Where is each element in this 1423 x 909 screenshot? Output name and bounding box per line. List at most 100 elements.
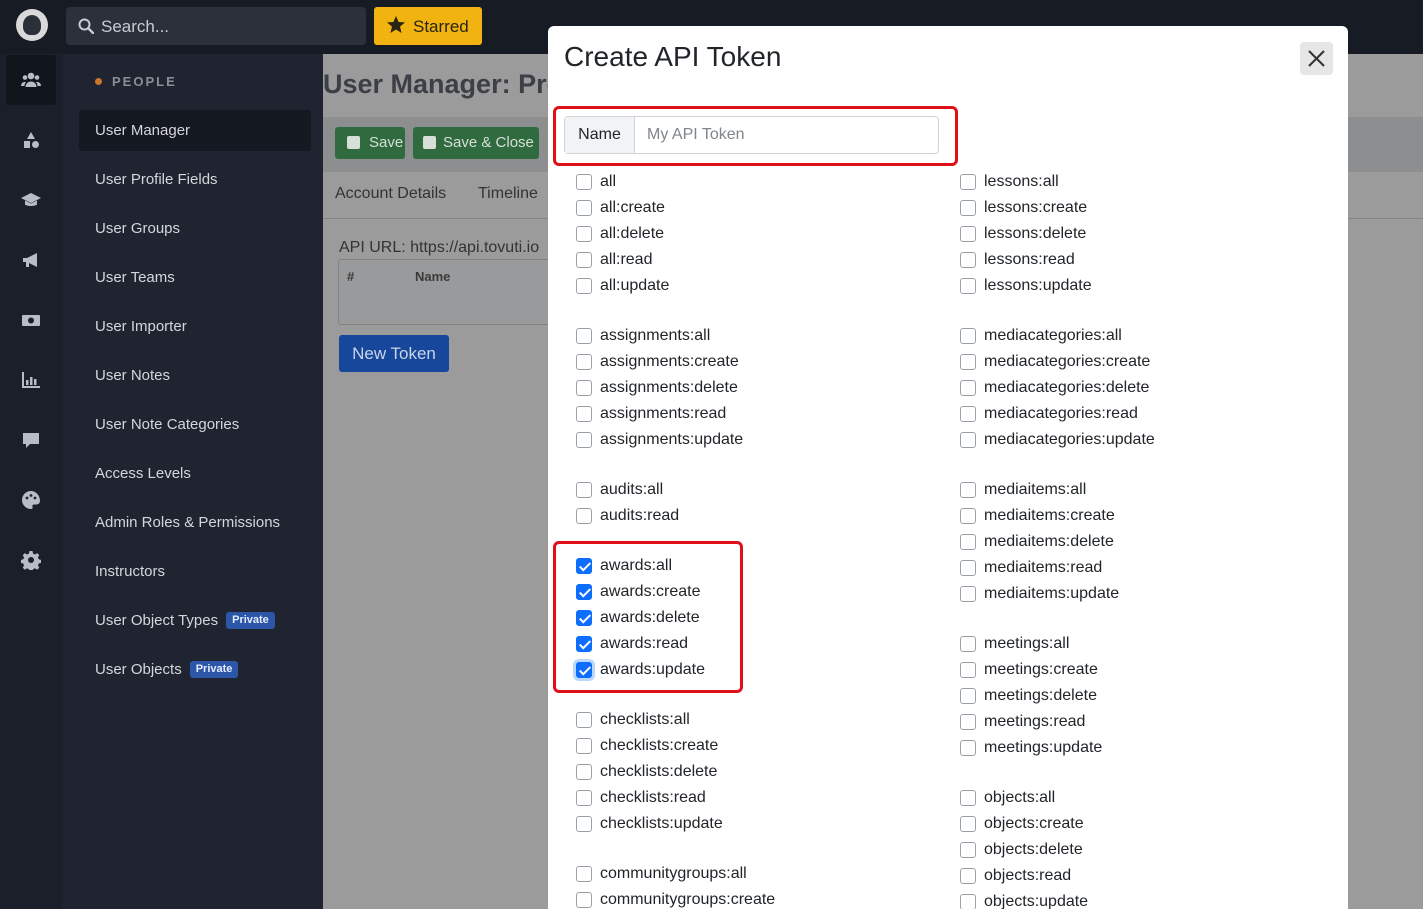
permission-option[interactable]: objects:create [960, 811, 1340, 837]
permission-checkbox[interactable] [960, 432, 976, 448]
sidebar-item-access-levels[interactable]: Access Levels [79, 453, 311, 494]
rail-settings[interactable] [6, 535, 56, 585]
permission-option[interactable]: awards:create [576, 579, 956, 605]
sidebar-item-user-profile-fields[interactable]: User Profile Fields [79, 159, 311, 200]
search-box[interactable]: Search... [66, 7, 366, 45]
permission-option[interactable]: lessons:all [960, 169, 1340, 195]
permission-checkbox[interactable] [960, 894, 976, 909]
permission-checkbox[interactable] [576, 558, 592, 574]
permission-option[interactable]: awards:update [576, 657, 956, 683]
save-button[interactable]: Save [335, 127, 405, 159]
sidebar-item-admin-roles-permissions[interactable]: Admin Roles & Permissions [79, 502, 311, 543]
rail-design[interactable] [6, 475, 56, 525]
permission-option[interactable]: awards:delete [576, 605, 956, 631]
permission-checkbox[interactable] [576, 790, 592, 806]
permission-checkbox[interactable] [576, 200, 592, 216]
permission-checkbox[interactable] [960, 636, 976, 652]
rail-announcements[interactable] [6, 235, 56, 285]
permission-option[interactable]: mediaitems:create [960, 503, 1340, 529]
permission-checkbox[interactable] [960, 354, 976, 370]
close-button[interactable] [1300, 42, 1333, 75]
permission-option[interactable]: all:create [576, 195, 956, 221]
permission-option[interactable]: awards:read [576, 631, 956, 657]
tab-account-details[interactable]: Account Details [335, 185, 446, 203]
permission-option[interactable]: objects:delete [960, 837, 1340, 863]
permission-checkbox[interactable] [576, 892, 592, 908]
permission-checkbox[interactable] [576, 738, 592, 754]
permission-checkbox[interactable] [576, 278, 592, 294]
permission-checkbox[interactable] [960, 560, 976, 576]
permission-checkbox[interactable] [576, 712, 592, 728]
permission-option[interactable]: mediaitems:update [960, 581, 1340, 607]
permission-checkbox[interactable] [960, 714, 976, 730]
sidebar-item-user-object-types[interactable]: User Object Types Private [79, 600, 311, 641]
permission-checkbox[interactable] [960, 278, 976, 294]
permission-option[interactable]: meetings:all [960, 631, 1340, 657]
permission-option[interactable]: mediacategories:all [960, 323, 1340, 349]
permission-option[interactable]: assignments:create [576, 349, 956, 375]
sidebar-item-user-teams[interactable]: User Teams [79, 257, 311, 298]
permission-checkbox[interactable] [576, 252, 592, 268]
permission-option[interactable]: mediaitems:delete [960, 529, 1340, 555]
permission-option[interactable]: checklists:read [576, 785, 956, 811]
sidebar-item-user-note-categories[interactable]: User Note Categories [79, 404, 311, 445]
permission-checkbox[interactable] [576, 816, 592, 832]
permission-option[interactable]: assignments:delete [576, 375, 956, 401]
permission-checkbox[interactable] [960, 662, 976, 678]
sidebar-item-user-groups[interactable]: User Groups [79, 208, 311, 249]
sidebar-item-user-importer[interactable]: User Importer [79, 306, 311, 347]
permission-checkbox[interactable] [576, 226, 592, 242]
permission-checkbox[interactable] [576, 610, 592, 626]
permission-checkbox[interactable] [960, 380, 976, 396]
token-name-input[interactable] [635, 117, 938, 153]
sidebar-item-instructors[interactable]: Instructors [79, 551, 311, 592]
permission-option[interactable]: assignments:all [576, 323, 956, 349]
permission-checkbox[interactable] [960, 586, 976, 602]
permission-checkbox[interactable] [960, 688, 976, 704]
permission-checkbox[interactable] [960, 482, 976, 498]
permission-option[interactable]: communitygroups:all [576, 861, 956, 887]
permission-checkbox[interactable] [576, 866, 592, 882]
permission-checkbox[interactable] [576, 584, 592, 600]
permission-option[interactable]: all:read [576, 247, 956, 273]
save-close-button[interactable]: Save & Close [413, 127, 539, 159]
sidebar-item-user-notes[interactable]: User Notes [79, 355, 311, 396]
permission-option[interactable]: lessons:read [960, 247, 1340, 273]
rail-content[interactable] [6, 115, 56, 165]
permission-checkbox[interactable] [960, 200, 976, 216]
permission-checkbox[interactable] [960, 226, 976, 242]
permission-option[interactable]: communitygroups:create [576, 887, 956, 909]
rail-reports[interactable] [6, 355, 56, 405]
sidebar-item-user-manager[interactable]: User Manager [79, 110, 311, 151]
permission-checkbox[interactable] [576, 380, 592, 396]
permission-option[interactable]: all:delete [576, 221, 956, 247]
permission-checkbox[interactable] [960, 740, 976, 756]
permission-checkbox[interactable] [960, 406, 976, 422]
permission-option[interactable]: audits:all [576, 477, 956, 503]
permission-checkbox[interactable] [960, 534, 976, 550]
permission-checkbox[interactable] [576, 508, 592, 524]
permission-option[interactable]: audits:read [576, 503, 956, 529]
permission-option[interactable]: mediacategories:delete [960, 375, 1340, 401]
new-token-button[interactable]: New Token [339, 335, 449, 372]
permission-option[interactable]: assignments:update [576, 427, 956, 453]
permission-option[interactable]: mediacategories:update [960, 427, 1340, 453]
permission-option[interactable]: objects:read [960, 863, 1340, 889]
permission-option[interactable]: objects:all [960, 785, 1340, 811]
permission-checkbox[interactable] [576, 432, 592, 448]
permission-option[interactable]: checklists:all [576, 707, 956, 733]
permission-option[interactable]: meetings:read [960, 709, 1340, 735]
permission-checkbox[interactable] [576, 764, 592, 780]
permission-checkbox[interactable] [960, 842, 976, 858]
permission-checkbox[interactable] [960, 816, 976, 832]
permission-option[interactable]: meetings:update [960, 735, 1340, 761]
rail-people[interactable] [6, 55, 56, 105]
permission-checkbox[interactable] [576, 328, 592, 344]
permission-option[interactable]: lessons:delete [960, 221, 1340, 247]
permission-option[interactable]: assignments:read [576, 401, 956, 427]
permission-option[interactable]: mediaitems:all [960, 477, 1340, 503]
permission-option[interactable]: all:update [576, 273, 956, 299]
permission-checkbox[interactable] [960, 790, 976, 806]
permission-checkbox[interactable] [576, 482, 592, 498]
permission-option[interactable]: meetings:delete [960, 683, 1340, 709]
